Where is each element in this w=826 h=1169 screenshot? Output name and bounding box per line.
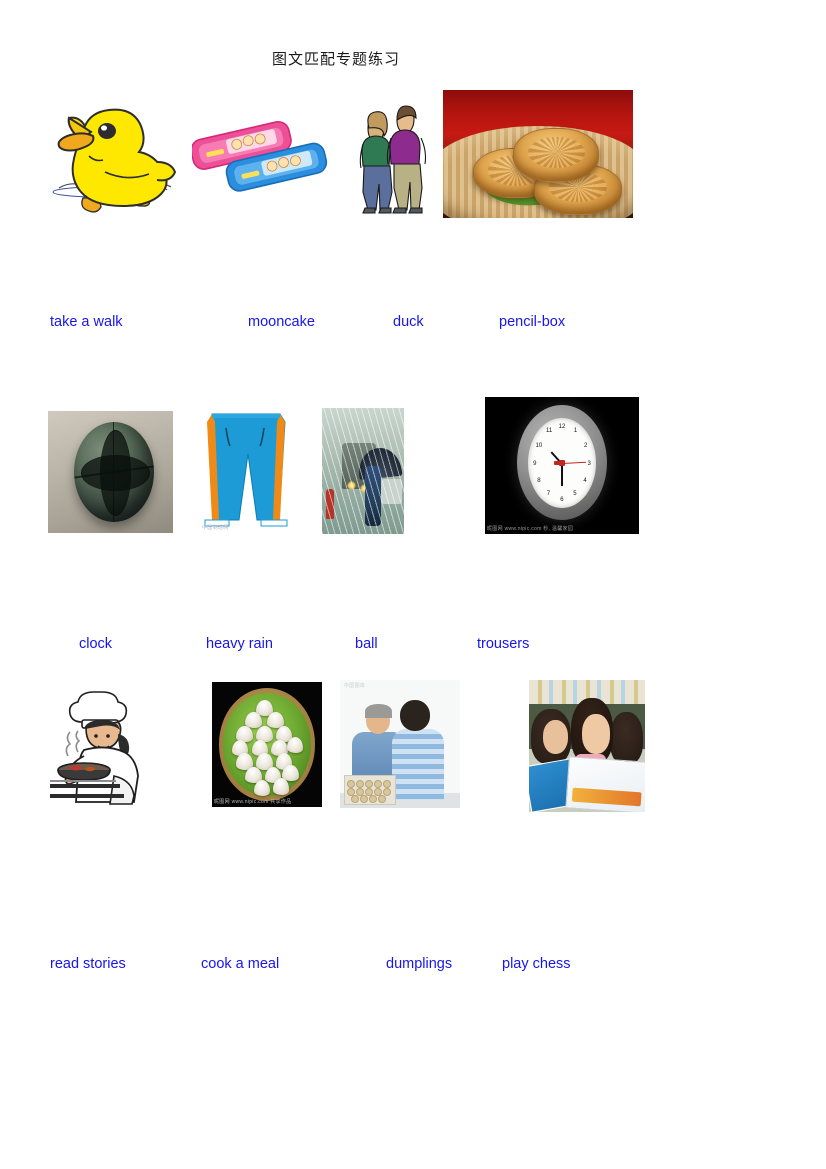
dumplings-picture: 昵图网 www.nipic.com 共享作品 (212, 682, 322, 807)
clock-number-5: 5 (573, 491, 577, 498)
worksheet-page: 图文匹配专题练习 take a walk mooncake duck penci… (0, 0, 826, 1169)
chess-watermark: 中国图库 (344, 683, 366, 689)
clock-number-4: 4 (583, 477, 587, 484)
clock-minute-hand (560, 463, 563, 487)
clock-number-11: 11 (545, 428, 553, 435)
clock-number-12: 12 (558, 423, 566, 430)
take-a-walk-picture (357, 100, 429, 218)
page-title: 图文匹配专题练习 (0, 48, 826, 69)
page-title-text: 图文匹配专题练习 (271, 52, 400, 68)
mooncake-picture (443, 90, 633, 218)
clock-number-2: 2 (584, 442, 588, 449)
word-label-trousers[interactable]: trousers (477, 636, 529, 652)
word-label-duck[interactable]: duck (393, 314, 424, 330)
word-label-read-stories[interactable]: read stories (50, 956, 126, 972)
book-shape (565, 756, 645, 812)
word-label-cook-a-meal[interactable]: cook a meal (201, 956, 279, 972)
trousers-picture: 中国制造网 (200, 408, 292, 533)
word-label-take-a-walk[interactable]: take a walk (50, 314, 123, 330)
man-hair-shape (365, 704, 392, 719)
clock-number-10: 10 (535, 442, 543, 449)
clock-hub (558, 459, 565, 466)
trousers-icon (204, 413, 288, 527)
chef-cooking-icon (50, 691, 139, 805)
ball-picture (48, 411, 173, 533)
child-face-shape (582, 714, 611, 754)
chess-board-shape (343, 774, 396, 805)
dumplings-watermark: 昵图网 www.nipic.com 共享作品 (214, 799, 292, 805)
clock-number-8: 8 (537, 477, 541, 484)
pencil-box-icon (192, 120, 328, 192)
clock-number-9: 9 (533, 460, 537, 467)
word-label-dumplings[interactable]: dumplings (386, 956, 452, 972)
rain-streaks (322, 408, 404, 534)
walking-people-icon (359, 105, 427, 214)
cook-a-meal-picture (50, 688, 172, 806)
child-face-shape (542, 719, 569, 754)
heavy-rain-picture (322, 408, 404, 534)
child-shape (610, 711, 643, 765)
duck-picture (45, 100, 180, 215)
trousers-watermark: 中国制造网 (202, 525, 229, 531)
mooncake-shape (513, 128, 599, 182)
basketball-shape (74, 421, 155, 522)
word-label-pencil-box[interactable]: pencil-box (499, 314, 565, 330)
word-label-ball[interactable]: ball (355, 636, 378, 652)
word-label-heavy-rain[interactable]: heavy rain (206, 636, 273, 652)
read-stories-picture (529, 680, 645, 812)
word-label-clock[interactable]: clock (79, 636, 112, 652)
clock-bezel: 12 1 2 3 4 5 6 7 8 9 10 11 (517, 405, 607, 521)
word-label-play-chess[interactable]: play chess (502, 956, 571, 972)
clock-number-6: 6 (560, 496, 564, 503)
boy-head-shape (400, 700, 430, 732)
clock-picture: 12 1 2 3 4 5 6 7 8 9 10 11 昵图网 www.nipic… (485, 397, 639, 534)
clock-second-hand (561, 461, 587, 464)
pencil-box-picture (192, 112, 342, 200)
clock-watermark: 昵图网 www.nipic.com 秒, 温馨家园 (487, 526, 574, 532)
play-chess-picture: 中国图库 (340, 680, 460, 808)
word-label-mooncake[interactable]: mooncake (248, 314, 315, 330)
clock-number-1: 1 (573, 428, 578, 435)
boy-body-shape (391, 728, 445, 801)
clock-number-3: 3 (587, 460, 591, 467)
clock-number-7: 7 (546, 491, 551, 498)
clock-face: 12 1 2 3 4 5 6 7 8 9 10 11 (528, 417, 596, 508)
duck-icon (52, 108, 177, 213)
